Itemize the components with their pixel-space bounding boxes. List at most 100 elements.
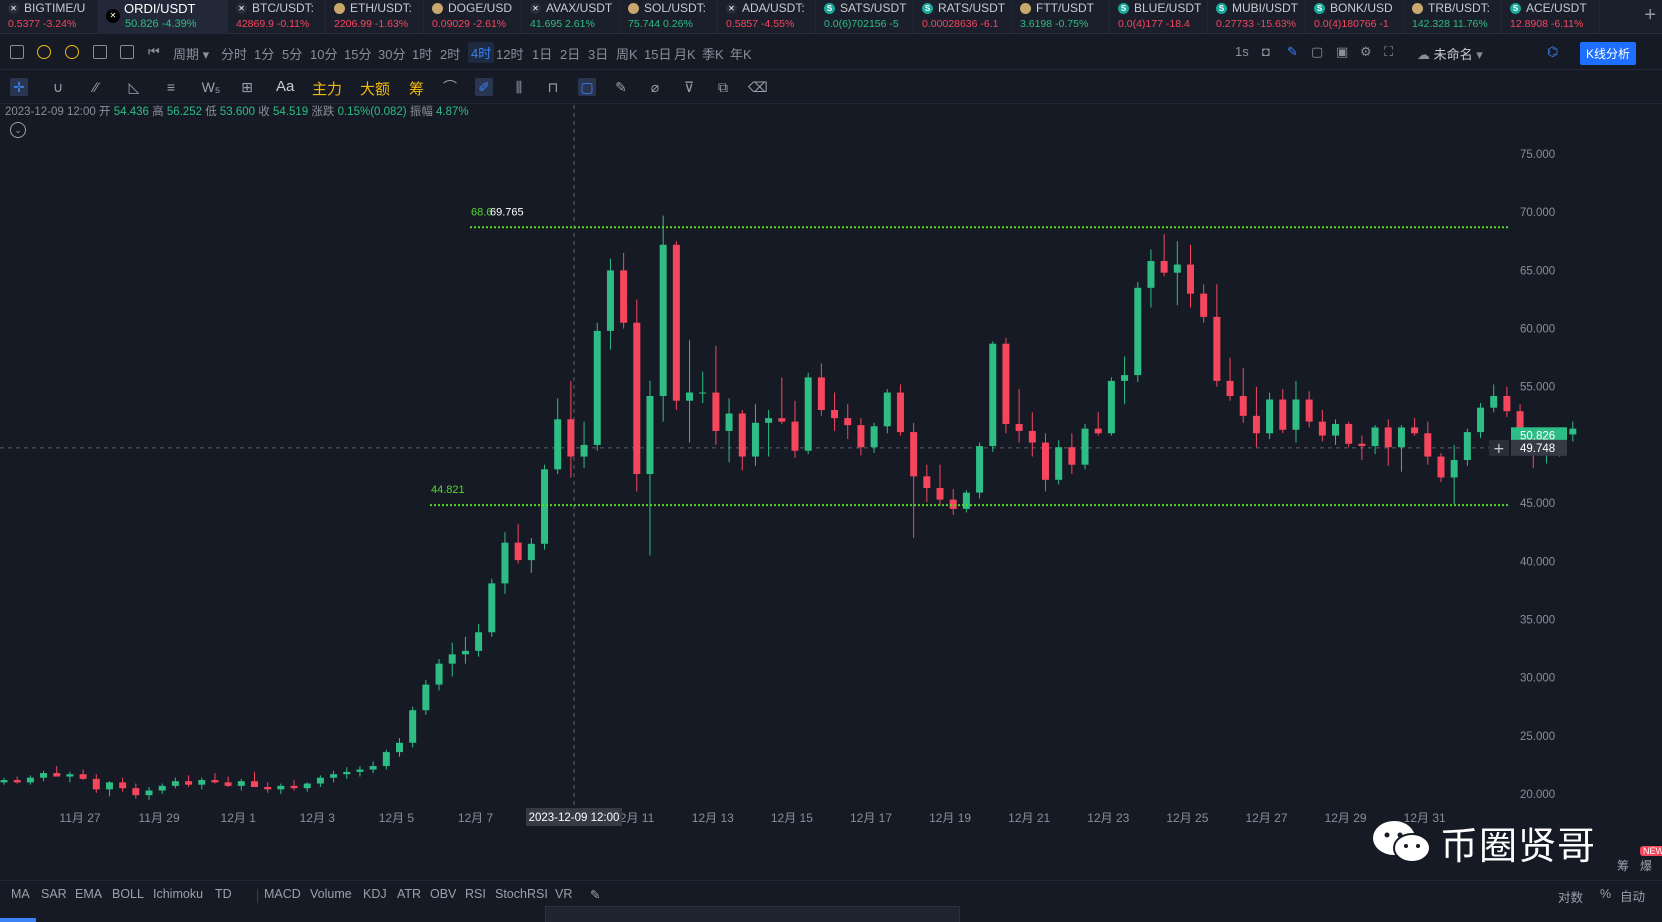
indicator-ichimoku[interactable]: Ichimoku <box>153 887 203 901</box>
wave-icon[interactable]: W₅ <box>200 78 222 96</box>
interval-12[interactable]: 3日 <box>588 44 608 63</box>
indicator-vr[interactable]: VR <box>555 887 572 901</box>
drawing-tools-drawer[interactable] <box>545 906 960 922</box>
ticker-tab[interactable]: S ACE/USDT 12.8908 -6.11% <box>1502 0 1600 34</box>
magnet-icon[interactable]: ∪ <box>49 78 67 96</box>
log-scale-toggle[interactable]: 对数 <box>1558 887 1583 906</box>
indicator-obv[interactable]: OBV <box>430 887 456 901</box>
candle-body <box>119 782 127 789</box>
interval-1[interactable]: 1分 <box>254 44 274 63</box>
interval-0[interactable]: 分时 <box>221 44 247 63</box>
indicator-ma[interactable]: MA <box>11 887 30 901</box>
kline-analysis-button[interactable]: K线分析 <box>1579 42 1636 65</box>
interval-15[interactable]: 月K <box>674 44 696 63</box>
text-tool[interactable]: Aa <box>276 78 294 95</box>
fullscreen-icon[interactable]: ⛶ <box>1384 44 1393 60</box>
indicator-td[interactable]: TD <box>215 887 232 901</box>
eraser-icon[interactable]: ⌀ <box>646 78 664 96</box>
camera-icon[interactable]: ◘ <box>1262 44 1270 59</box>
ticker-tab[interactable]: S RATS/USDT 0.00028636 -6.1 <box>914 0 1012 34</box>
indicator-volume[interactable]: Volume <box>310 887 352 901</box>
refresh-interval[interactable]: 1s <box>1235 44 1249 59</box>
period-dropdown[interactable]: 周期 ▾ <box>173 44 209 63</box>
share-icon[interactable]: ⌬ <box>1547 44 1558 60</box>
ticker-tab[interactable]: S SATS/USDT 0.0(6)702156 -5 <box>816 0 914 34</box>
ticker-tab[interactable]: ✕ BTC/USDT: 42869.9 -0.11% <box>228 0 326 34</box>
interval-5[interactable]: 30分 <box>378 44 405 63</box>
ruler-icon[interactable]: ⌒ <box>441 78 459 96</box>
interval-8[interactable]: 4时 <box>468 42 495 63</box>
interval-6[interactable]: 1时 <box>412 44 432 63</box>
auto-scale-toggle[interactable]: 自动 <box>1620 886 1645 905</box>
chips-side-icon[interactable]: 筹 <box>1617 857 1629 874</box>
angle-icon[interactable]: ◺ <box>125 78 143 96</box>
interval-13[interactable]: 周K <box>616 44 638 63</box>
burst-side-icon[interactable]: 爆 <box>1640 857 1652 874</box>
chart-type-icon[interactable] <box>10 45 24 59</box>
trendline-icon[interactable]: ⁄⁄ <box>87 78 105 96</box>
ticker-tab[interactable]: ✕ AVAX/USDT 41.695 2.61% <box>522 0 620 34</box>
layout-icon[interactable] <box>120 45 134 59</box>
ticker-price: 0.5857 -4.55% <box>726 18 795 30</box>
ticker-tab[interactable]: TRB/USDT: 142.328 11.76% <box>1404 0 1502 34</box>
low-label: 低 <box>205 106 217 118</box>
interval-9[interactable]: 12时 <box>496 44 523 63</box>
chips-tool[interactable]: 筹 <box>409 78 424 99</box>
draw-mode-icon[interactable]: ✐ <box>475 78 493 96</box>
ticker-tab[interactable]: S BLUE/USDT 0.0(4)177 -18.4 <box>1110 0 1208 34</box>
interval-14[interactable]: 15日 <box>644 44 671 63</box>
indicator-icon[interactable] <box>37 45 51 59</box>
lock-icon[interactable]: ⊓ <box>544 78 562 96</box>
window-icon[interactable]: ▢ <box>1311 44 1323 60</box>
indicator-kdj[interactable]: KDJ <box>363 887 387 901</box>
pen-icon[interactable]: ✎ <box>1287 44 1298 60</box>
trash-icon[interactable]: ⌫ <box>748 78 768 96</box>
interval-2[interactable]: 5分 <box>282 44 302 63</box>
flash-icon[interactable] <box>65 45 79 59</box>
indicator-rsi[interactable]: RSI <box>465 887 486 901</box>
indicator-macd[interactable]: MACD <box>264 887 301 901</box>
interval-17[interactable]: 年K <box>730 44 752 63</box>
ticker-tab[interactable]: SOL/USDT: 75.744 0.26% <box>620 0 718 34</box>
interval-7[interactable]: 2时 <box>440 44 460 63</box>
indicator-sar[interactable]: SAR <box>41 887 67 901</box>
interval-10[interactable]: 1日 <box>532 44 552 63</box>
edit-icon[interactable]: ✎ <box>612 78 630 96</box>
save-icon[interactable]: ▣ <box>1336 44 1348 60</box>
interval-16[interactable]: 季K <box>702 44 724 63</box>
ticker-tab[interactable]: ✕ ADA/USDT: 0.5857 -4.55% <box>718 0 816 34</box>
percent-toggle[interactable]: % <box>1600 887 1611 901</box>
ticker-tab[interactable]: ✕ BIGTIME/U 0.5377 -3.24% <box>0 0 98 34</box>
edit-indicators-icon[interactable]: ✎ <box>590 887 600 902</box>
add-tab-icon[interactable]: + <box>1644 4 1656 27</box>
copy-icon[interactable]: ⧉ <box>714 78 732 96</box>
indicator-boll[interactable]: BOLL <box>112 887 144 901</box>
ticker-tab[interactable]: S MUBI/USDT 0.27733 -15.63% <box>1208 0 1306 34</box>
ticker-tab[interactable]: ✕ ORDI/USDT 50.826 -4.39% <box>98 0 228 34</box>
candles-icon[interactable]: ⫼ <box>510 78 528 96</box>
ticker-tab[interactable]: ETH/USDT: 2206.99 -1.63% <box>326 0 424 34</box>
chevron-down-icon[interactable]: ⌄ <box>10 122 26 138</box>
snapshot-icon[interactable]: ▢ <box>578 78 596 96</box>
calendar-icon[interactable] <box>93 45 107 59</box>
crosshair-icon[interactable]: ✛ <box>10 78 28 96</box>
main-force-tool[interactable]: 主力 <box>312 78 342 99</box>
indicator-atr[interactable]: ATR <box>397 887 421 901</box>
big-amount-tool[interactable]: 大额 <box>360 78 390 99</box>
ticker-tab[interactable]: DOGE/USD 0.09029 -2.61% <box>424 0 522 34</box>
rectangle-tool-icon[interactable]: ⊞ <box>238 78 256 96</box>
interval-11[interactable]: 2日 <box>560 44 580 63</box>
interval-3[interactable]: 10分 <box>310 44 337 63</box>
filter-icon[interactable]: ⊽ <box>680 78 698 96</box>
candlestick-chart[interactable]: 75.00070.00065.00060.00055.00050.00045.0… <box>0 105 1662 857</box>
ticker-tab[interactable]: FTT/USDT 3.6198 -0.75% <box>1012 0 1110 34</box>
indicator-ema[interactable]: EMA <box>75 887 102 901</box>
candle-body <box>224 782 232 786</box>
ticker-tab[interactable]: S BONK/USD 0.0(4)180766 -1 <box>1306 0 1404 34</box>
parallel-lines-icon[interactable]: ≡ <box>162 78 180 96</box>
settings-icon[interactable]: ⚙ <box>1360 44 1372 60</box>
layout-name-dropdown[interactable]: ☁ 未命名 ▾ <box>1417 44 1483 63</box>
interval-4[interactable]: 15分 <box>344 44 371 63</box>
indicator-stochrsi[interactable]: StochRSI <box>495 887 548 901</box>
rewind-icon[interactable]: ⏮ <box>148 44 160 60</box>
